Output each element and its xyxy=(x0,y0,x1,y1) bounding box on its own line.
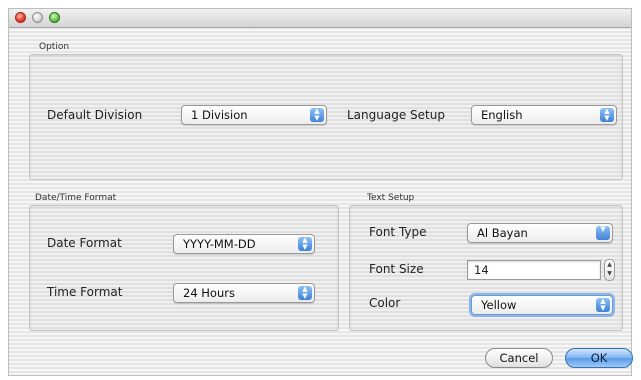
font-size-field[interactable]: 14 xyxy=(467,260,601,280)
language-setup-popup[interactable]: English ▲ ▼ xyxy=(471,105,617,125)
default-division-value: 1 Division xyxy=(191,108,248,122)
font-size-stepper[interactable]: ▲ ▼ xyxy=(604,259,615,281)
popup-arrows-icon: ▼ xyxy=(596,226,610,240)
zoom-icon[interactable] xyxy=(49,12,60,23)
time-format-value: 24 Hours xyxy=(183,286,235,300)
datetime-group-title: Date/Time Format xyxy=(35,193,117,203)
minimize-icon[interactable] xyxy=(32,12,43,23)
default-division-popup[interactable]: 1 Division ▲ ▼ xyxy=(181,105,327,125)
popup-arrows-icon: ▲ ▼ xyxy=(298,286,312,300)
popup-arrows-icon: ▲ ▼ xyxy=(298,237,312,251)
time-format-label: Time Format xyxy=(47,285,123,299)
date-format-value: YYYY-MM-DD xyxy=(183,237,256,251)
popup-arrows-icon: ▲ ▼ xyxy=(310,108,324,122)
popup-arrows-icon: ▲ ▼ xyxy=(600,108,614,122)
font-type-value: Al Bayan xyxy=(477,226,528,240)
close-icon[interactable] xyxy=(15,12,26,23)
ok-button[interactable]: OK xyxy=(565,348,633,368)
cancel-button[interactable]: Cancel xyxy=(485,348,553,368)
color-value: Yellow xyxy=(481,298,517,312)
datetime-group xyxy=(29,205,339,331)
default-division-label: Default Division xyxy=(47,108,143,122)
language-setup-label: Language Setup xyxy=(347,108,445,122)
time-format-popup[interactable]: 24 Hours ▲ ▼ xyxy=(173,283,315,303)
language-setup-value: English xyxy=(481,108,523,122)
font-type-label: Font Type xyxy=(369,225,427,239)
color-popup[interactable]: Yellow ▲ ▼ xyxy=(471,295,613,315)
title-bar xyxy=(9,9,631,28)
color-label: Color xyxy=(369,296,401,310)
date-format-popup[interactable]: YYYY-MM-DD ▲ ▼ xyxy=(173,234,315,254)
option-group-title: Option xyxy=(39,42,70,52)
popup-arrows-icon: ▲ ▼ xyxy=(596,298,610,312)
text-group-title: Text Setup xyxy=(367,193,415,203)
font-size-label: Font Size xyxy=(369,262,424,276)
font-type-popup[interactable]: Al Bayan ▼ xyxy=(467,223,613,243)
date-format-label: Date Format xyxy=(47,236,122,250)
dialog-window: Option Default Division 1 Division ▲ ▼ La… xyxy=(8,8,633,376)
